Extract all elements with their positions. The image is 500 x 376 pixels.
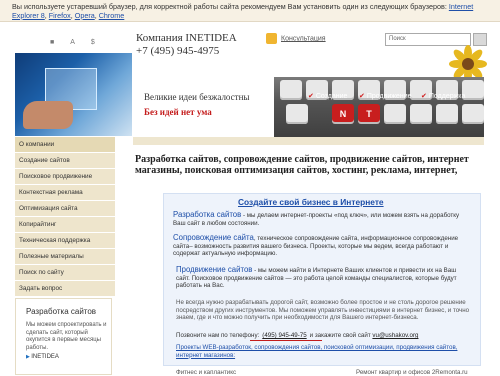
browser-link-chrome[interactable]: Chrome <box>99 11 125 20</box>
promo-brand: INETIDEA <box>26 354 107 360</box>
brand: Компания INETIDEA +7 (495) 945-4975 <box>136 32 237 57</box>
keyboard-key <box>462 104 484 124</box>
keyboard-label-create[interactable]: Создание <box>308 92 348 100</box>
company-name[interactable]: Компания INETIDEA <box>136 32 237 44</box>
keyboard-label-promote[interactable]: Продвижение <box>359 92 412 100</box>
sidebar-item-optimization[interactable]: Оптимизация сайта <box>15 201 115 217</box>
content-top-strip <box>133 137 484 145</box>
font-size-icon[interactable]: A <box>70 39 82 46</box>
call-mid-text: и закажите свой сайт <box>309 332 371 339</box>
slogan: Великие идеи безжалостны Без идей нет ум… <box>144 92 249 117</box>
price-icon[interactable]: $ <box>91 39 102 46</box>
sidebar-item-about[interactable]: О компании <box>15 137 115 153</box>
business-panel: Создайте свой бизнес в Интернете Разрабо… <box>163 193 481 366</box>
keyboard-key <box>286 104 308 124</box>
sidebar-promo-box[interactable]: Разработка сайтов Мы можем спроектироват… <box>15 298 112 375</box>
consultation-icon <box>266 33 277 44</box>
site-header: ■ A $ Компания INETIDEA +7 (495) 945-497… <box>0 22 500 137</box>
keyboard-key-n: N <box>332 104 354 124</box>
keyboard-key <box>384 104 406 124</box>
projects-link[interactable]: Проекты WEB-разработок, сопровождения са… <box>176 344 471 359</box>
browser-warning-bar: Вы используете устаревший браузер, для к… <box>0 0 500 22</box>
phone-underline <box>250 340 322 341</box>
keyboard-key <box>280 80 302 100</box>
panel-heading[interactable]: Создайте свой бизнес в Интернете <box>238 197 384 207</box>
promo-description: Мы можем спроектировать и сделать сайт, … <box>26 322 107 351</box>
panel-para-support: Сопровождение сайта, техническое сопрово… <box>173 234 468 258</box>
slogan-line-1: Великие идеи безжалостны <box>144 92 250 102</box>
hero-image-touchscreen <box>15 53 132 136</box>
sidebar-item-tech-support[interactable]: Техническая поддержка <box>15 233 115 249</box>
header-phone: +7 (495) 945-4975 <box>136 45 220 57</box>
promotion-heading: Продвижение сайтов <box>176 265 253 274</box>
call-email-link[interactable]: vu@ushakov.org <box>372 332 418 339</box>
consultation-link-wrap[interactable]: Консультация <box>266 33 326 44</box>
hand-graphic <box>23 101 73 129</box>
call-phone-link[interactable]: (495) 945-49-75 <box>262 332 306 339</box>
promo-title: Разработка сайтов <box>26 307 97 316</box>
keyboard-key <box>436 104 458 124</box>
keyboard-key <box>410 104 432 124</box>
call-text: Позвоните нам по телефону: <box>176 332 260 339</box>
page-title: Разработка сайтов, сопровождение сайтов,… <box>135 154 469 176</box>
sidebar-item-context-ads[interactable]: Контекстная реклама <box>15 185 115 201</box>
sidebar-item-ask-question[interactable]: Задать вопрос <box>15 281 115 297</box>
hero-image-keyboard: N T Создание Продвижение Поддержка <box>274 77 484 137</box>
slogan-line-2: Без идей нет ума <box>144 107 212 117</box>
panel-para-development: Разработка сайтов - мы делаем интернет-п… <box>173 211 468 227</box>
support-heading: Сопровождение сайта <box>173 233 254 242</box>
home-icon[interactable]: ■ <box>50 39 61 46</box>
development-heading: Разработка сайтов <box>173 210 242 219</box>
keyboard-key-t: T <box>358 104 380 124</box>
sidebar-item-seo[interactable]: Поисковое продвижение <box>15 169 115 185</box>
sidebar-item-materials[interactable]: Полезные материалы <box>15 249 115 265</box>
panel-para-note: Не всегда нужно разрабатывать дорогой са… <box>176 299 470 322</box>
panel-para-promotion: Продвижение сайтов - мы можем найти в Ин… <box>176 266 471 290</box>
top-icons: ■ A $ <box>50 39 102 46</box>
browser-link-opera[interactable]: Opera <box>75 11 95 20</box>
keyboard-label-support[interactable]: Поддержка <box>421 92 466 100</box>
consultation-link[interactable]: Консультация <box>281 35 326 42</box>
sidebar-item-site-search[interactable]: Поиск по сайту <box>15 265 115 281</box>
panel-call-line: Позвоните нам по телефону: (495) 945-49-7… <box>176 332 418 339</box>
sidebar-item-site-creation[interactable]: Создание сайтов <box>15 153 115 169</box>
browser-link-firefox[interactable]: Firefox <box>49 11 71 20</box>
sidebar-menu: О компании Создание сайтов Поисковое про… <box>15 137 115 297</box>
sidebar-item-copywriting[interactable]: Копирайтинг <box>15 217 115 233</box>
